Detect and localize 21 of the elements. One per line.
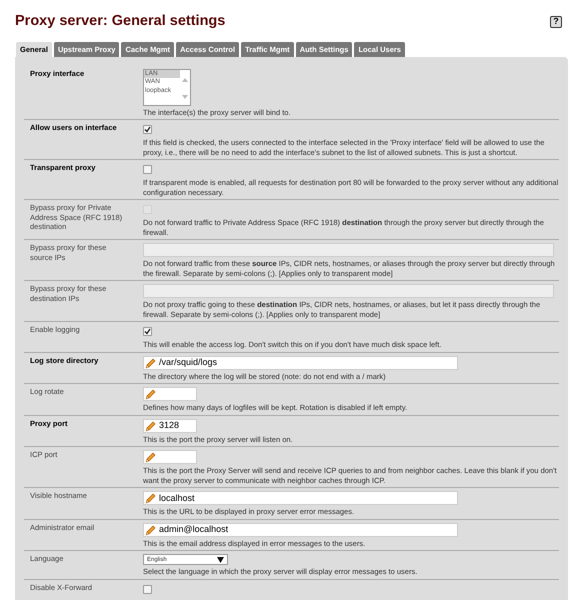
input-field[interactable] (143, 243, 554, 258)
pencil-icon (145, 356, 157, 369)
help-icon[interactable]: ? (550, 16, 562, 28)
input-field[interactable]: admin@localhost (143, 522, 458, 537)
input-field[interactable] (143, 450, 197, 464)
input-field[interactable] (143, 284, 554, 298)
input-field[interactable] (143, 387, 197, 402)
checkbox[interactable] (143, 125, 152, 134)
dropdown-arrow-icon (217, 556, 224, 563)
checkbox[interactable] (143, 327, 152, 336)
input-field[interactable]: 3128 (143, 418, 197, 433)
pencil-icon (145, 524, 157, 536)
pencil-icon (145, 420, 157, 432)
pencil-icon (145, 388, 157, 400)
pencil-icon (145, 492, 157, 504)
input-field[interactable]: /var/squid/logs (143, 356, 458, 370)
page-title: Proxy server: General settings (15, 12, 226, 31)
pencil-icon (145, 451, 157, 464)
input-field[interactable]: localhost (143, 491, 458, 506)
checkbox[interactable] (143, 584, 152, 594)
checkbox[interactable] (143, 165, 152, 174)
